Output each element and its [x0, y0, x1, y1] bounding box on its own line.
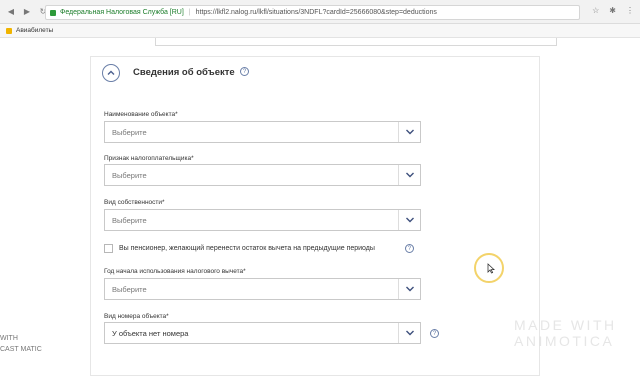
pensioner-checkbox[interactable]	[104, 244, 113, 253]
browser-tools: ☆ ✱ ⋮	[592, 6, 634, 15]
lock-icon	[50, 9, 56, 16]
site-name: Федеральная Налоговая Служба [RU]	[60, 9, 184, 16]
back-icon[interactable]: ◀	[6, 7, 16, 17]
ownership-type-value: Выберите	[112, 215, 147, 225]
start-year-value: Выберите	[112, 284, 147, 294]
ownership-type-label: Вид собственности*	[104, 199, 165, 206]
object-name-value: Выберите	[112, 127, 147, 137]
number-type-value: У объекта нет номера	[112, 328, 189, 338]
castmatic-with: WITH	[0, 335, 18, 342]
url-separator: |	[188, 9, 191, 16]
pensioner-help-icon[interactable]: ?	[404, 244, 414, 253]
chevron-down-icon	[398, 279, 420, 299]
number-type-select[interactable]: У объекта нет номера	[104, 322, 421, 344]
star-icon[interactable]: ☆	[592, 6, 599, 15]
url-input[interactable]: Федеральная Налоговая Служба [RU] | http…	[45, 5, 580, 20]
bookmarks-bar: Авиабилеты	[0, 24, 640, 38]
number-type-label: Вид номера объекта*	[104, 313, 169, 320]
watermark-line2: ANIMOTICA	[514, 333, 615, 349]
castmatic-brand: CAST MATIC	[0, 346, 42, 353]
extension-icon[interactable]: ✱	[609, 6, 616, 15]
forward-icon[interactable]: ▶	[22, 7, 32, 17]
chevron-down-icon	[398, 122, 420, 142]
castmatic-watermark: WITH CAST MATIC	[0, 335, 42, 353]
chevron-down-icon	[398, 165, 420, 185]
url-text: https://lkfl2.nalog.ru/lkfl/situations/3…	[195, 9, 437, 16]
taxpayer-sign-label: Признак налогоплательщика*	[104, 155, 194, 162]
page-content: Сведения об объекте ? Наименование объек…	[0, 38, 640, 376]
bookmark-icon	[6, 27, 12, 34]
watermark-line1: MADE WITH	[514, 317, 617, 333]
object-name-label: Наименование объекта*	[104, 111, 178, 118]
start-year-label: Год начала использования налогового выче…	[104, 268, 246, 275]
pensioner-row: Вы пенсионер, желающий перенести остаток…	[104, 244, 414, 253]
chevron-up-icon	[107, 70, 115, 75]
previous-section-box	[155, 38, 557, 46]
mouse-cursor-icon	[487, 263, 495, 274]
chevron-down-icon	[398, 323, 420, 343]
pensioner-label: Вы пенсионер, желающий перенести остаток…	[119, 245, 375, 252]
section-help-icon[interactable]: ?	[240, 67, 249, 76]
taxpayer-sign-value: Выберите	[112, 170, 147, 180]
taxpayer-sign-select[interactable]: Выберите	[104, 164, 421, 186]
watermark: MADE WITH ANIMOTICA	[514, 317, 617, 349]
chevron-down-icon	[398, 210, 420, 230]
object-name-select[interactable]: Выберите	[104, 121, 421, 143]
ownership-type-select[interactable]: Выберите	[104, 209, 421, 231]
menu-icon[interactable]: ⋮	[626, 6, 634, 15]
start-year-select[interactable]: Выберите	[104, 278, 421, 300]
section-title: Сведения об объекте	[133, 67, 235, 78]
number-type-help-icon[interactable]: ?	[430, 329, 439, 338]
browser-address-bar: ◀ ▶ ↻ Федеральная Налоговая Служба [RU] …	[0, 0, 640, 24]
collapse-button[interactable]	[102, 64, 120, 82]
bookmark-item[interactable]: Авиабилеты	[16, 27, 53, 34]
